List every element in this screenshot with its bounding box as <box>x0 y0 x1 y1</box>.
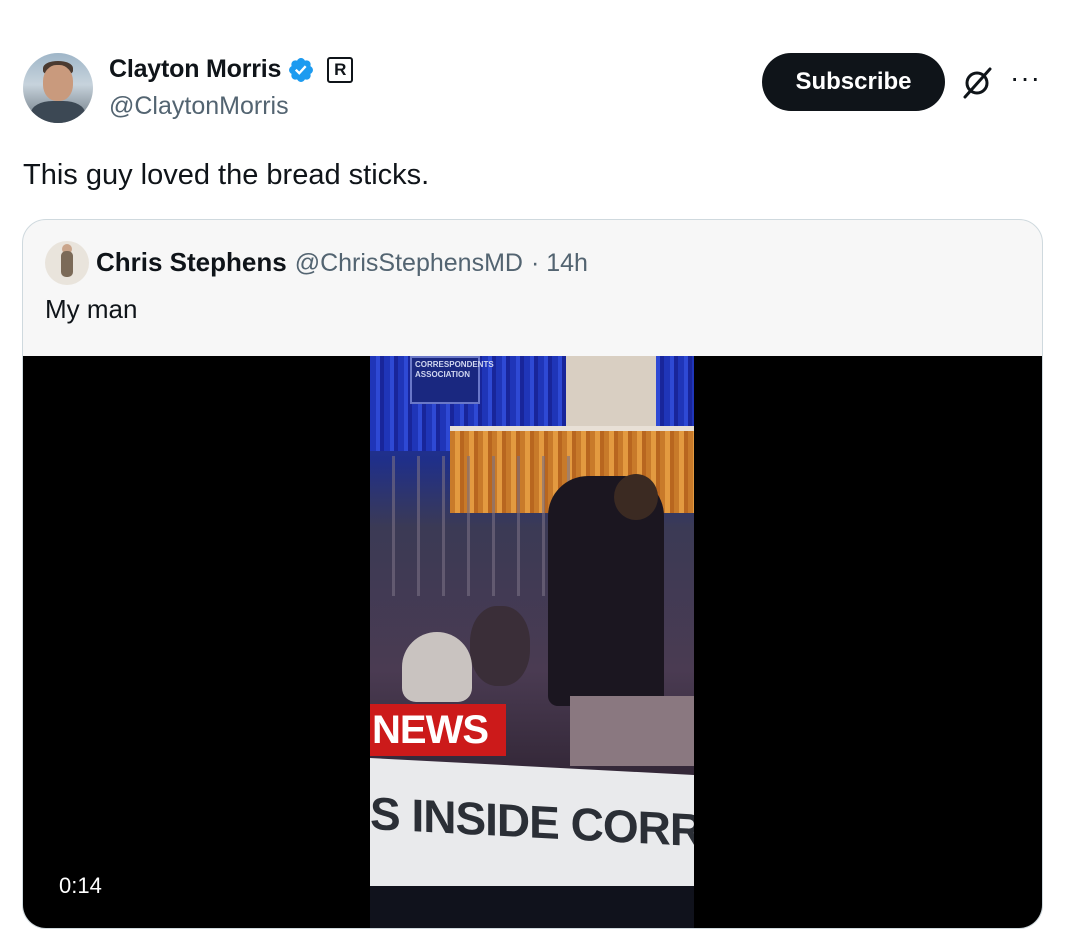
news-logo-text: NEWS <box>372 708 489 752</box>
quoted-avatar-body <box>61 251 73 277</box>
stage-screen <box>566 356 656 426</box>
author-handle[interactable]: @ClaytonMorris <box>109 92 289 121</box>
news-logo: NEWS <box>370 704 506 756</box>
avatar-shirt <box>31 101 85 123</box>
seated-guest <box>470 606 530 686</box>
quoted-author-handle[interactable]: @ChrisStephensMD <box>295 249 523 278</box>
affiliate-badge-icon[interactable]: R <box>327 56 354 83</box>
author-avatar[interactable] <box>23 53 93 123</box>
quoted-author-name[interactable]: Chris Stephens <box>96 247 287 278</box>
avatar-face <box>43 65 73 101</box>
association-sign-text: CORRESPONDENTS ASSOCIATION <box>415 360 494 379</box>
author-name-row: Clayton Morris R <box>109 55 354 84</box>
tweet-text: This guy loved the bread sticks. <box>23 159 430 191</box>
quoted-tweet-time[interactable]: · 14h <box>531 249 588 278</box>
more-options-icon[interactable]: ··· <box>1010 64 1041 92</box>
frame-bottom-reflection <box>370 886 694 928</box>
standing-person-head <box>614 474 658 520</box>
grok-icon[interactable] <box>960 66 994 100</box>
video-frame: CORRESPONDENTS ASSOCIATION NEWS S INSIDE… <box>370 356 694 928</box>
news-ticker: S INSIDE CORRESPON <box>370 758 694 903</box>
author-name[interactable]: Clayton Morris <box>109 55 281 84</box>
quoted-tweet-text: My man <box>45 294 138 324</box>
association-sign: CORRESPONDENTS ASSOCIATION <box>410 356 494 404</box>
railing <box>370 456 570 596</box>
quoted-tweet[interactable]: Chris Stephens @ChrisStephensMD · 14h My… <box>22 219 1043 929</box>
quoted-author-avatar[interactable] <box>45 241 89 285</box>
verified-badge-icon[interactable] <box>287 56 315 84</box>
subscribe-button[interactable]: Subscribe <box>762 53 945 111</box>
dinner-table <box>570 696 694 766</box>
quoted-tweet-header: Chris Stephens @ChrisStephensMD · 14h <box>96 247 588 278</box>
video-player[interactable]: CORRESPONDENTS ASSOCIATION NEWS S INSIDE… <box>23 356 1042 928</box>
video-duration: 0:14 <box>59 873 102 898</box>
news-ticker-text: S INSIDE CORRESPON <box>370 787 694 865</box>
seated-guest-white-hair <box>402 632 472 702</box>
